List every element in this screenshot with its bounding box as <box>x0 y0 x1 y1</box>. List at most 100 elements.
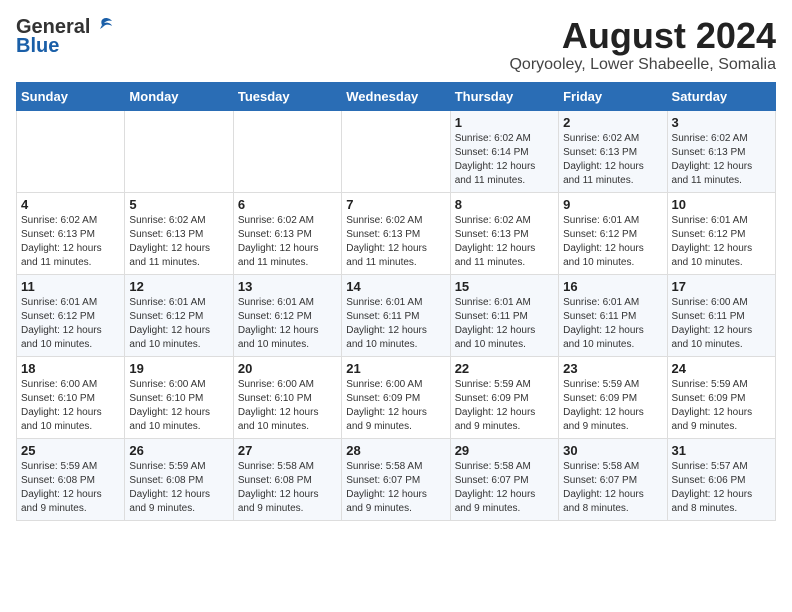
cell-content: Sunrise: 5:58 AM Sunset: 6:07 PM Dayligh… <box>455 460 554 516</box>
cell-content: Sunrise: 6:01 AM Sunset: 6:11 PM Dayligh… <box>455 296 554 352</box>
day-number: 22 <box>455 361 554 376</box>
cell-content: Sunrise: 6:00 AM Sunset: 6:10 PM Dayligh… <box>21 378 120 434</box>
week-row-3: 18 Sunrise: 6:00 AM Sunset: 6:10 PM Dayli… <box>17 356 776 438</box>
header-saturday: Saturday <box>667 82 775 110</box>
calendar-cell: 18 Sunrise: 6:00 AM Sunset: 6:10 PM Dayli… <box>17 356 125 438</box>
logo: General Blue <box>16 16 114 58</box>
cell-content: Sunrise: 6:00 AM Sunset: 6:09 PM Dayligh… <box>346 378 445 434</box>
cell-content: Sunrise: 6:00 AM Sunset: 6:11 PM Dayligh… <box>672 296 771 352</box>
calendar-cell: 5 Sunrise: 6:02 AM Sunset: 6:13 PM Daylig… <box>125 192 233 274</box>
cell-content: Sunrise: 5:57 AM Sunset: 6:06 PM Dayligh… <box>672 460 771 516</box>
calendar-cell: 11 Sunrise: 6:01 AM Sunset: 6:12 PM Dayli… <box>17 274 125 356</box>
day-number: 8 <box>455 197 554 212</box>
title-block: August 2024 Qoryooley, Lower Shabeelle, … <box>509 16 776 74</box>
calendar-cell: 16 Sunrise: 6:01 AM Sunset: 6:11 PM Dayli… <box>559 274 667 356</box>
cell-content: Sunrise: 6:02 AM Sunset: 6:13 PM Dayligh… <box>238 214 337 270</box>
cell-content: Sunrise: 5:59 AM Sunset: 6:08 PM Dayligh… <box>21 460 120 516</box>
day-number: 10 <box>672 197 771 212</box>
header-thursday: Thursday <box>450 82 558 110</box>
day-number: 30 <box>563 443 662 458</box>
day-number: 25 <box>21 443 120 458</box>
calendar-cell: 12Sunrise: 6:01 AM Sunset: 6:12 PM Dayli… <box>125 274 233 356</box>
calendar-cell: 6 Sunrise: 6:02 AM Sunset: 6:13 PM Daylig… <box>233 192 341 274</box>
calendar-cell <box>342 110 450 192</box>
calendar-cell: 1 Sunrise: 6:02 AM Sunset: 6:14 PM Daylig… <box>450 110 558 192</box>
day-number: 1 <box>455 115 554 130</box>
cell-content: Sunrise: 5:58 AM Sunset: 6:07 PM Dayligh… <box>563 460 662 516</box>
calendar-cell: 20Sunrise: 6:00 AM Sunset: 6:10 PM Dayli… <box>233 356 341 438</box>
calendar-cell: 9Sunrise: 6:01 AM Sunset: 6:12 PM Daylig… <box>559 192 667 274</box>
cell-content: Sunrise: 5:58 AM Sunset: 6:07 PM Dayligh… <box>346 460 445 516</box>
day-number: 29 <box>455 443 554 458</box>
logo-blue-text: Blue <box>16 35 59 58</box>
page-header: General Blue August 2024 Qoryooley, Lowe… <box>16 16 776 74</box>
day-number: 23 <box>563 361 662 376</box>
header-monday: Monday <box>125 82 233 110</box>
day-number: 2 <box>563 115 662 130</box>
logo-bird-icon <box>92 15 114 37</box>
calendar-cell: 2 Sunrise: 6:02 AM Sunset: 6:13 PM Daylig… <box>559 110 667 192</box>
cell-content: Sunrise: 6:02 AM Sunset: 6:13 PM Dayligh… <box>129 214 228 270</box>
cell-content: Sunrise: 6:01 AM Sunset: 6:12 PM Dayligh… <box>21 296 120 352</box>
calendar-cell: 26Sunrise: 5:59 AM Sunset: 6:08 PM Dayli… <box>125 438 233 520</box>
day-number: 27 <box>238 443 337 458</box>
day-number: 11 <box>21 279 120 294</box>
day-number: 12 <box>129 279 228 294</box>
day-number: 21 <box>346 361 445 376</box>
location-text: Qoryooley, Lower Shabeelle, Somalia <box>509 56 776 74</box>
day-number: 9 <box>563 197 662 212</box>
calendar-cell <box>233 110 341 192</box>
calendar-cell <box>125 110 233 192</box>
calendar-cell: 14Sunrise: 6:01 AM Sunset: 6:11 PM Dayli… <box>342 274 450 356</box>
calendar-cell: 7Sunrise: 6:02 AM Sunset: 6:13 PM Daylig… <box>342 192 450 274</box>
day-number: 20 <box>238 361 337 376</box>
header-wednesday: Wednesday <box>342 82 450 110</box>
week-row-0: 1 Sunrise: 6:02 AM Sunset: 6:14 PM Daylig… <box>17 110 776 192</box>
day-number: 5 <box>129 197 228 212</box>
cell-content: Sunrise: 6:02 AM Sunset: 6:13 PM Dayligh… <box>563 132 662 188</box>
header-tuesday: Tuesday <box>233 82 341 110</box>
cell-content: Sunrise: 6:01 AM Sunset: 6:11 PM Dayligh… <box>346 296 445 352</box>
day-number: 31 <box>672 443 771 458</box>
month-year-title: August 2024 <box>509 16 776 56</box>
calendar-cell: 25 Sunrise: 5:59 AM Sunset: 6:08 PM Dayli… <box>17 438 125 520</box>
calendar-cell: 24Sunrise: 5:59 AM Sunset: 6:09 PM Dayli… <box>667 356 775 438</box>
day-number: 18 <box>21 361 120 376</box>
calendar-cell <box>17 110 125 192</box>
calendar-cell: 27 Sunrise: 5:58 AM Sunset: 6:08 PM Dayli… <box>233 438 341 520</box>
cell-content: Sunrise: 6:02 AM Sunset: 6:13 PM Dayligh… <box>672 132 771 188</box>
calendar-cell: 22 Sunrise: 5:59 AM Sunset: 6:09 PM Dayli… <box>450 356 558 438</box>
calendar-cell: 28 Sunrise: 5:58 AM Sunset: 6:07 PM Dayli… <box>342 438 450 520</box>
calendar-cell: 30 Sunrise: 5:58 AM Sunset: 6:07 PM Dayli… <box>559 438 667 520</box>
calendar-cell: 13Sunrise: 6:01 AM Sunset: 6:12 PM Dayli… <box>233 274 341 356</box>
calendar-cell: 21 Sunrise: 6:00 AM Sunset: 6:09 PM Dayli… <box>342 356 450 438</box>
day-number: 24 <box>672 361 771 376</box>
calendar-cell: 23 Sunrise: 5:59 AM Sunset: 6:09 PM Dayli… <box>559 356 667 438</box>
day-number: 3 <box>672 115 771 130</box>
day-number: 26 <box>129 443 228 458</box>
calendar-cell: 10Sunrise: 6:01 AM Sunset: 6:12 PM Dayli… <box>667 192 775 274</box>
cell-content: Sunrise: 6:02 AM Sunset: 6:13 PM Dayligh… <box>455 214 554 270</box>
day-number: 16 <box>563 279 662 294</box>
week-row-2: 11 Sunrise: 6:01 AM Sunset: 6:12 PM Dayli… <box>17 274 776 356</box>
calendar-cell: 3 Sunrise: 6:02 AM Sunset: 6:13 PM Daylig… <box>667 110 775 192</box>
cell-content: Sunrise: 5:58 AM Sunset: 6:08 PM Dayligh… <box>238 460 337 516</box>
day-number: 6 <box>238 197 337 212</box>
cell-content: Sunrise: 5:59 AM Sunset: 6:09 PM Dayligh… <box>455 378 554 434</box>
cell-content: Sunrise: 6:02 AM Sunset: 6:13 PM Dayligh… <box>346 214 445 270</box>
header-sunday: Sunday <box>17 82 125 110</box>
calendar-cell: 19Sunrise: 6:00 AM Sunset: 6:10 PM Dayli… <box>125 356 233 438</box>
day-number: 17 <box>672 279 771 294</box>
calendar-header-row: SundayMondayTuesdayWednesdayThursdayFrid… <box>17 82 776 110</box>
day-number: 28 <box>346 443 445 458</box>
calendar-cell: 8 Sunrise: 6:02 AM Sunset: 6:13 PM Daylig… <box>450 192 558 274</box>
week-row-1: 4 Sunrise: 6:02 AM Sunset: 6:13 PM Daylig… <box>17 192 776 274</box>
cell-content: Sunrise: 6:02 AM Sunset: 6:13 PM Dayligh… <box>21 214 120 270</box>
day-number: 4 <box>21 197 120 212</box>
calendar-cell: 15Sunrise: 6:01 AM Sunset: 6:11 PM Dayli… <box>450 274 558 356</box>
calendar-table: SundayMondayTuesdayWednesdayThursdayFrid… <box>16 82 776 521</box>
cell-content: Sunrise: 6:01 AM Sunset: 6:11 PM Dayligh… <box>563 296 662 352</box>
calendar-cell: 29 Sunrise: 5:58 AM Sunset: 6:07 PM Dayli… <box>450 438 558 520</box>
cell-content: Sunrise: 5:59 AM Sunset: 6:09 PM Dayligh… <box>563 378 662 434</box>
cell-content: Sunrise: 6:02 AM Sunset: 6:14 PM Dayligh… <box>455 132 554 188</box>
